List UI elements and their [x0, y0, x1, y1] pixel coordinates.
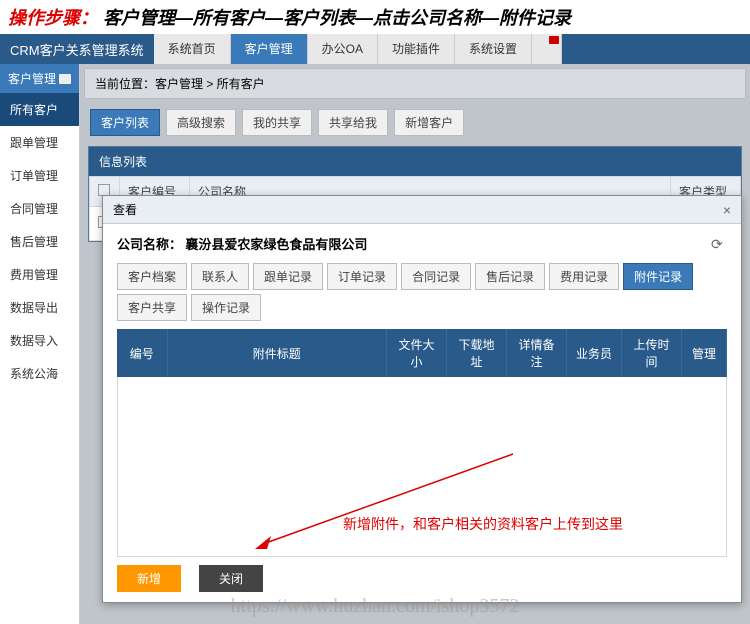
toolbar-btn-add[interactable]: 新增客户	[394, 109, 464, 136]
close-icon[interactable]: ×	[723, 202, 731, 218]
top-bar: CRM客户关系管理系统 系统首页 客户管理 办公OA 功能插件 系统设置	[0, 34, 750, 64]
tab-contract[interactable]: 合同记录	[401, 263, 471, 290]
tab-aftersale[interactable]: 售后记录	[475, 263, 545, 290]
close-button[interactable]: 关闭	[199, 565, 263, 592]
company-name: 襄汾县爱农家绿色食品有限公司	[185, 237, 367, 252]
modal-body: 公司名称： 襄汾县爱农家绿色食品有限公司 ⟳ 客户档案 联系人 跟单记录 订单记…	[103, 224, 741, 604]
tab-order[interactable]: 订单记录	[327, 263, 397, 290]
toolbar-btn-search[interactable]: 高级搜索	[166, 109, 236, 136]
refresh-icon[interactable]: ⟳	[711, 236, 727, 252]
panel-title: 信息列表	[89, 147, 741, 176]
nav-tab-system[interactable]: 系统设置	[455, 34, 532, 64]
tab-log[interactable]: 操作记录	[191, 294, 261, 321]
sidebar-item-order[interactable]: 订单管理	[0, 159, 79, 192]
sidebar-item-import[interactable]: 数据导入	[0, 324, 79, 357]
sidebar-item-followup[interactable]: 跟单管理	[0, 126, 79, 159]
modal-tabs: 客户档案 联系人 跟单记录 订单记录 合同记录 售后记录 费用记录 附件记录 客…	[117, 263, 727, 321]
ath-owner: 业务员	[567, 329, 622, 377]
modal-footer: 新增 关闭	[117, 565, 263, 592]
sidebar-header: 客户管理	[0, 64, 79, 93]
nav-tab-home[interactable]: 系统首页	[154, 34, 231, 64]
company-row: 公司名称： 襄汾县爱农家绿色食品有限公司 ⟳	[117, 234, 727, 253]
ath-no: 编号	[117, 329, 167, 377]
breadcrumb: 当前位置：客户管理 > 所有客户	[84, 68, 746, 99]
ath-note: 详情备注	[507, 329, 567, 377]
sidebar-item-expense[interactable]: 费用管理	[0, 258, 79, 291]
add-button[interactable]: 新增	[117, 565, 181, 592]
brand-title: CRM客户关系管理系统	[0, 40, 154, 59]
attachment-table: 编号 附件标题 文件大小 下载地址 详情备注 业务员 上传时间 管理	[117, 329, 727, 377]
tab-expense[interactable]: 费用记录	[549, 263, 619, 290]
instruction-label: 操作步骤：	[8, 8, 98, 28]
ath-action: 管理	[682, 329, 727, 377]
modal-dialog: 查看 × 公司名称： 襄汾县爱农家绿色食品有限公司 ⟳ 客户档案 联系人 跟单记…	[102, 195, 742, 603]
ath-time: 上传时间	[622, 329, 682, 377]
sidebar-item-export[interactable]: 数据导出	[0, 291, 79, 324]
instruction-text: 客户管理—所有客户—客户列表—点击公司名称—附件记录	[103, 8, 571, 28]
nav-tab-plugin[interactable]: 功能插件	[378, 34, 455, 64]
tab-attachment[interactable]: 附件记录	[623, 263, 693, 290]
modal-title-text: 查看	[113, 201, 137, 218]
toolbar-btn-shared[interactable]: 共享给我	[318, 109, 388, 136]
tab-profile[interactable]: 客户档案	[117, 263, 187, 290]
instruction-banner: 操作步骤： 客户管理—所有客户—客户列表—点击公司名称—附件记录	[0, 0, 750, 34]
tab-contact[interactable]: 联系人	[191, 263, 249, 290]
tab-share[interactable]: 客户共享	[117, 294, 187, 321]
folder-icon	[59, 74, 71, 84]
nav-tab-oa[interactable]: 办公OA	[308, 34, 378, 64]
sidebar: 客户管理 所有客户 跟单管理 订单管理 合同管理 售后管理 费用管理 数据导出 …	[0, 64, 80, 624]
company-label: 公司名称：	[117, 237, 182, 252]
sidebar-item-contract[interactable]: 合同管理	[0, 192, 79, 225]
ath-url: 下载地址	[447, 329, 507, 377]
tab-followup[interactable]: 跟单记录	[253, 263, 323, 290]
toolbar: 客户列表 高级搜索 我的共享 共享给我 新增客户	[80, 103, 750, 142]
nav-tab-notification[interactable]	[532, 34, 562, 64]
sidebar-title: 客户管理	[8, 70, 56, 87]
notification-badge-icon	[549, 36, 559, 44]
top-nav: 系统首页 客户管理 办公OA 功能插件 系统设置	[154, 34, 562, 64]
modal-titlebar: 查看 ×	[103, 196, 741, 224]
annotation-text: 新增附件，和客户相关的资料客户上传到这里	[343, 514, 623, 534]
nav-tab-customer[interactable]: 客户管理	[231, 34, 308, 64]
ath-size: 文件大小	[387, 329, 447, 377]
toolbar-btn-myshare[interactable]: 我的共享	[242, 109, 312, 136]
sidebar-item-aftersale[interactable]: 售后管理	[0, 225, 79, 258]
toolbar-btn-list[interactable]: 客户列表	[90, 109, 160, 136]
ath-title: 附件标题	[167, 329, 387, 377]
sidebar-item-all-customers[interactable]: 所有客户	[0, 93, 79, 126]
sidebar-item-pool[interactable]: 系统公海	[0, 357, 79, 390]
